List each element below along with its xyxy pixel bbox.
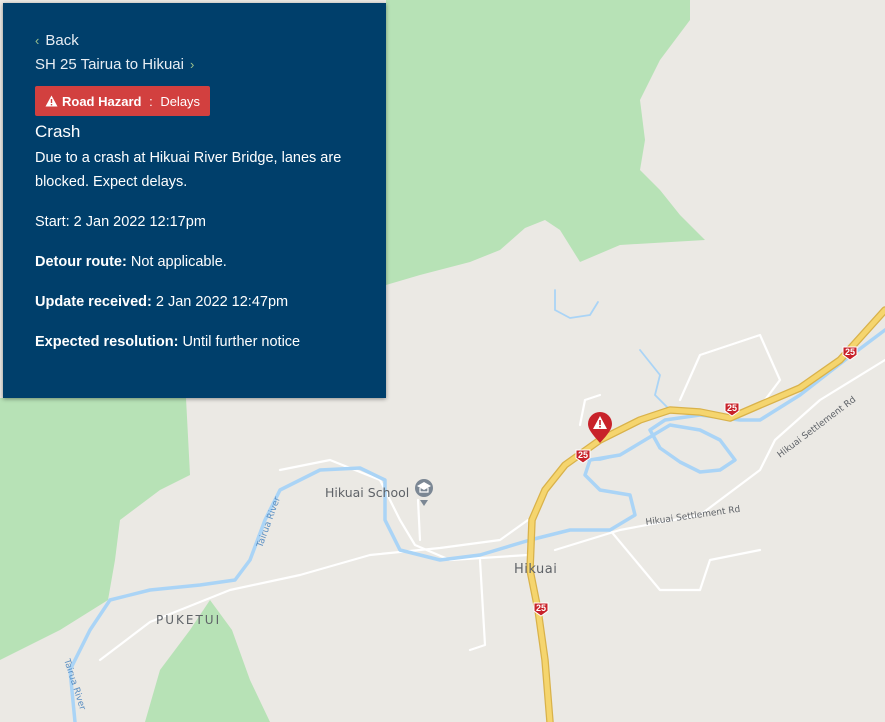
back-link[interactable]: ‹ Back bbox=[35, 28, 354, 52]
badge-value: Delays bbox=[160, 93, 201, 109]
route-label: SH 25 Tairua to Hikuai bbox=[35, 55, 184, 73]
chevron-right-icon: › bbox=[189, 56, 195, 72]
shield-label-3: 25 bbox=[845, 347, 855, 357]
detour-value: Not applicable. bbox=[130, 254, 227, 270]
shield-label-1: 25 bbox=[578, 450, 588, 460]
badge-type: Road Hazard bbox=[62, 93, 142, 109]
start-time: Start: 2 Jan 2022 12:17pm bbox=[35, 214, 206, 230]
shield-label-2: 25 bbox=[727, 403, 737, 413]
update-row: Update received: 2 Jan 2022 12:47pm bbox=[35, 290, 354, 314]
route-link[interactable]: SH 25 Tairua to Hikuai › bbox=[35, 52, 354, 76]
incident-description: Due to a crash at Hikuai River Bridge, l… bbox=[35, 150, 342, 190]
warning-icon bbox=[45, 95, 58, 107]
update-value: 2 Jan 2022 12:47pm bbox=[155, 294, 289, 310]
poi-label-hikuai-school[interactable]: Hikuai School bbox=[325, 485, 409, 500]
status-badge: Road Hazard : Delays bbox=[35, 86, 211, 116]
back-label: Back bbox=[45, 31, 79, 49]
update-label: Update received: bbox=[35, 294, 152, 310]
resolution-row: Expected resolution: Until further notic… bbox=[35, 330, 354, 354]
incident-title: Crash bbox=[35, 122, 81, 141]
shield-label-4: 25 bbox=[536, 603, 546, 613]
detour-row: Detour route: Not applicable. bbox=[35, 250, 354, 274]
resolution-label: Expected resolution: bbox=[35, 334, 179, 350]
place-label-puketui: PUKETUI bbox=[156, 613, 221, 627]
chevron-left-icon: ‹ bbox=[35, 32, 40, 48]
detour-label: Detour route: bbox=[35, 254, 127, 270]
badge-separator: : bbox=[145, 93, 157, 109]
resolution-value: Until further notice bbox=[182, 334, 301, 350]
incident-panel: ‹ Back SH 25 Tairua to Hikuai › Road Haz… bbox=[3, 3, 386, 398]
place-label-hikuai: Hikuai bbox=[514, 562, 557, 577]
